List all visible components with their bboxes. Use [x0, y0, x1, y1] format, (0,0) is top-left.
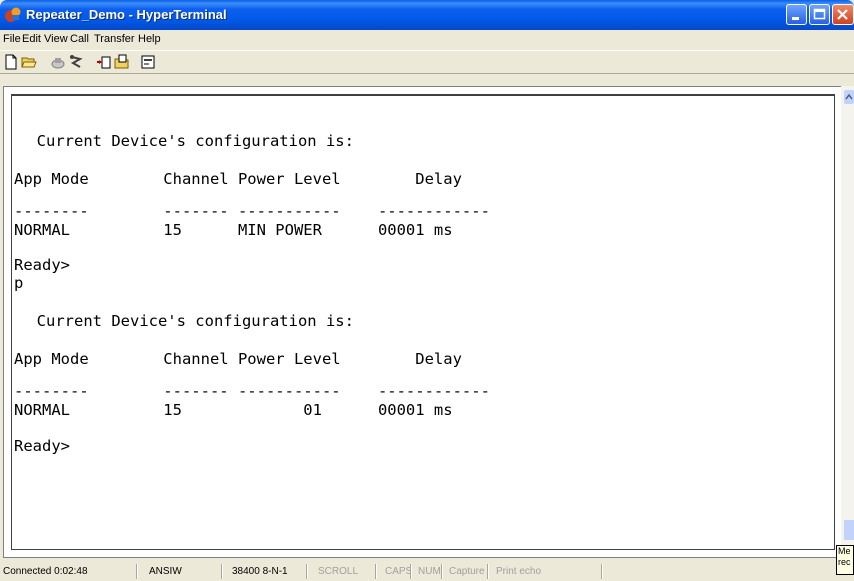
status-separator — [487, 564, 489, 579]
status-separator — [221, 564, 223, 579]
status-port-settings: 38400 8-N-1 — [232, 566, 288, 577]
menu-bar: File Edit View Call Transfer Help — [0, 30, 854, 50]
hyperterminal-app-icon[interactable] — [4, 6, 22, 24]
status-num: NUM — [418, 566, 441, 577]
status-separator — [441, 564, 443, 579]
terminal-window[interactable]: Current Device's configuration is: App M… — [3, 86, 841, 558]
terminal-line: Current Device's configuration is: — [18, 132, 354, 150]
maximize-button[interactable] — [809, 4, 830, 25]
close-button[interactable] — [832, 4, 854, 25]
title-bar[interactable]: Repeater_Demo - HyperTerminal — [0, 0, 854, 30]
chevron-up-icon — [845, 93, 853, 100]
status-caps: CAPS — [385, 566, 413, 577]
status-separator — [410, 564, 412, 579]
menu-transfer[interactable]: Transfer — [94, 33, 135, 45]
status-separator — [136, 564, 138, 579]
status-scroll: SCROLL — [318, 566, 359, 577]
new-icon[interactable] — [3, 54, 19, 70]
maximize-icon — [813, 8, 826, 20]
menu-call[interactable]: Call — [70, 33, 89, 45]
status-separator — [306, 564, 308, 579]
tooltip-line: Me — [838, 546, 851, 556]
status-bar: Connected 0:02:48 ANSIW 38400 8-N-1 SCRO… — [0, 562, 854, 581]
terminal-line: NORMAL 15 MIN POWER 00001 ms — [14, 221, 453, 239]
minimize-button[interactable] — [786, 4, 807, 25]
menu-help[interactable]: Help — [138, 33, 161, 45]
open-icon[interactable] — [21, 54, 37, 70]
menu-file[interactable]: File — [3, 33, 21, 45]
terminal-line: Ready> — [14, 256, 70, 274]
properties-icon[interactable] — [140, 54, 156, 70]
terminal-line: NORMAL 15 01 00001 ms — [14, 401, 453, 419]
status-connected: Connected 0:02:48 — [3, 566, 88, 577]
connect-icon[interactable] — [50, 54, 66, 70]
status-print-echo: Print echo — [496, 566, 542, 577]
terminal-line: -------- ------- ----------- -----------… — [14, 202, 490, 220]
terminal-line: -------- ------- ----------- -----------… — [14, 382, 490, 400]
status-capture: Capture — [449, 566, 485, 577]
menu-edit[interactable]: Edit — [22, 33, 41, 45]
disconnect-icon[interactable] — [68, 54, 84, 70]
window-title: Repeater_Demo - HyperTerminal — [26, 7, 227, 22]
scroll-thumb[interactable] — [844, 520, 854, 540]
menu-view[interactable]: View — [44, 33, 68, 45]
receive-icon[interactable] — [114, 54, 130, 70]
terminal-line: Ready> — [14, 437, 70, 455]
status-separator — [375, 564, 377, 579]
terminal-line: p — [14, 274, 24, 292]
close-icon — [837, 9, 848, 20]
terminal-line: Current Device's configuration is: — [18, 312, 354, 330]
terminal-screen[interactable]: Current Device's configuration is: App M… — [11, 94, 835, 550]
status-emulation: ANSIW — [149, 566, 182, 577]
vertical-scrollbar[interactable] — [841, 86, 854, 558]
tooltip-line: rec — [838, 557, 851, 567]
toolbar — [0, 50, 854, 74]
notification-tooltip[interactable]: Me rec — [836, 545, 854, 575]
terminal-line: App Mode Channel Power Level Delay — [14, 170, 462, 188]
scroll-up-button[interactable] — [844, 90, 854, 104]
minimize-icon — [792, 17, 799, 20]
send-icon[interactable] — [96, 54, 112, 70]
status-separator — [601, 564, 603, 579]
terminal-line: App Mode Channel Power Level Delay — [14, 350, 462, 368]
